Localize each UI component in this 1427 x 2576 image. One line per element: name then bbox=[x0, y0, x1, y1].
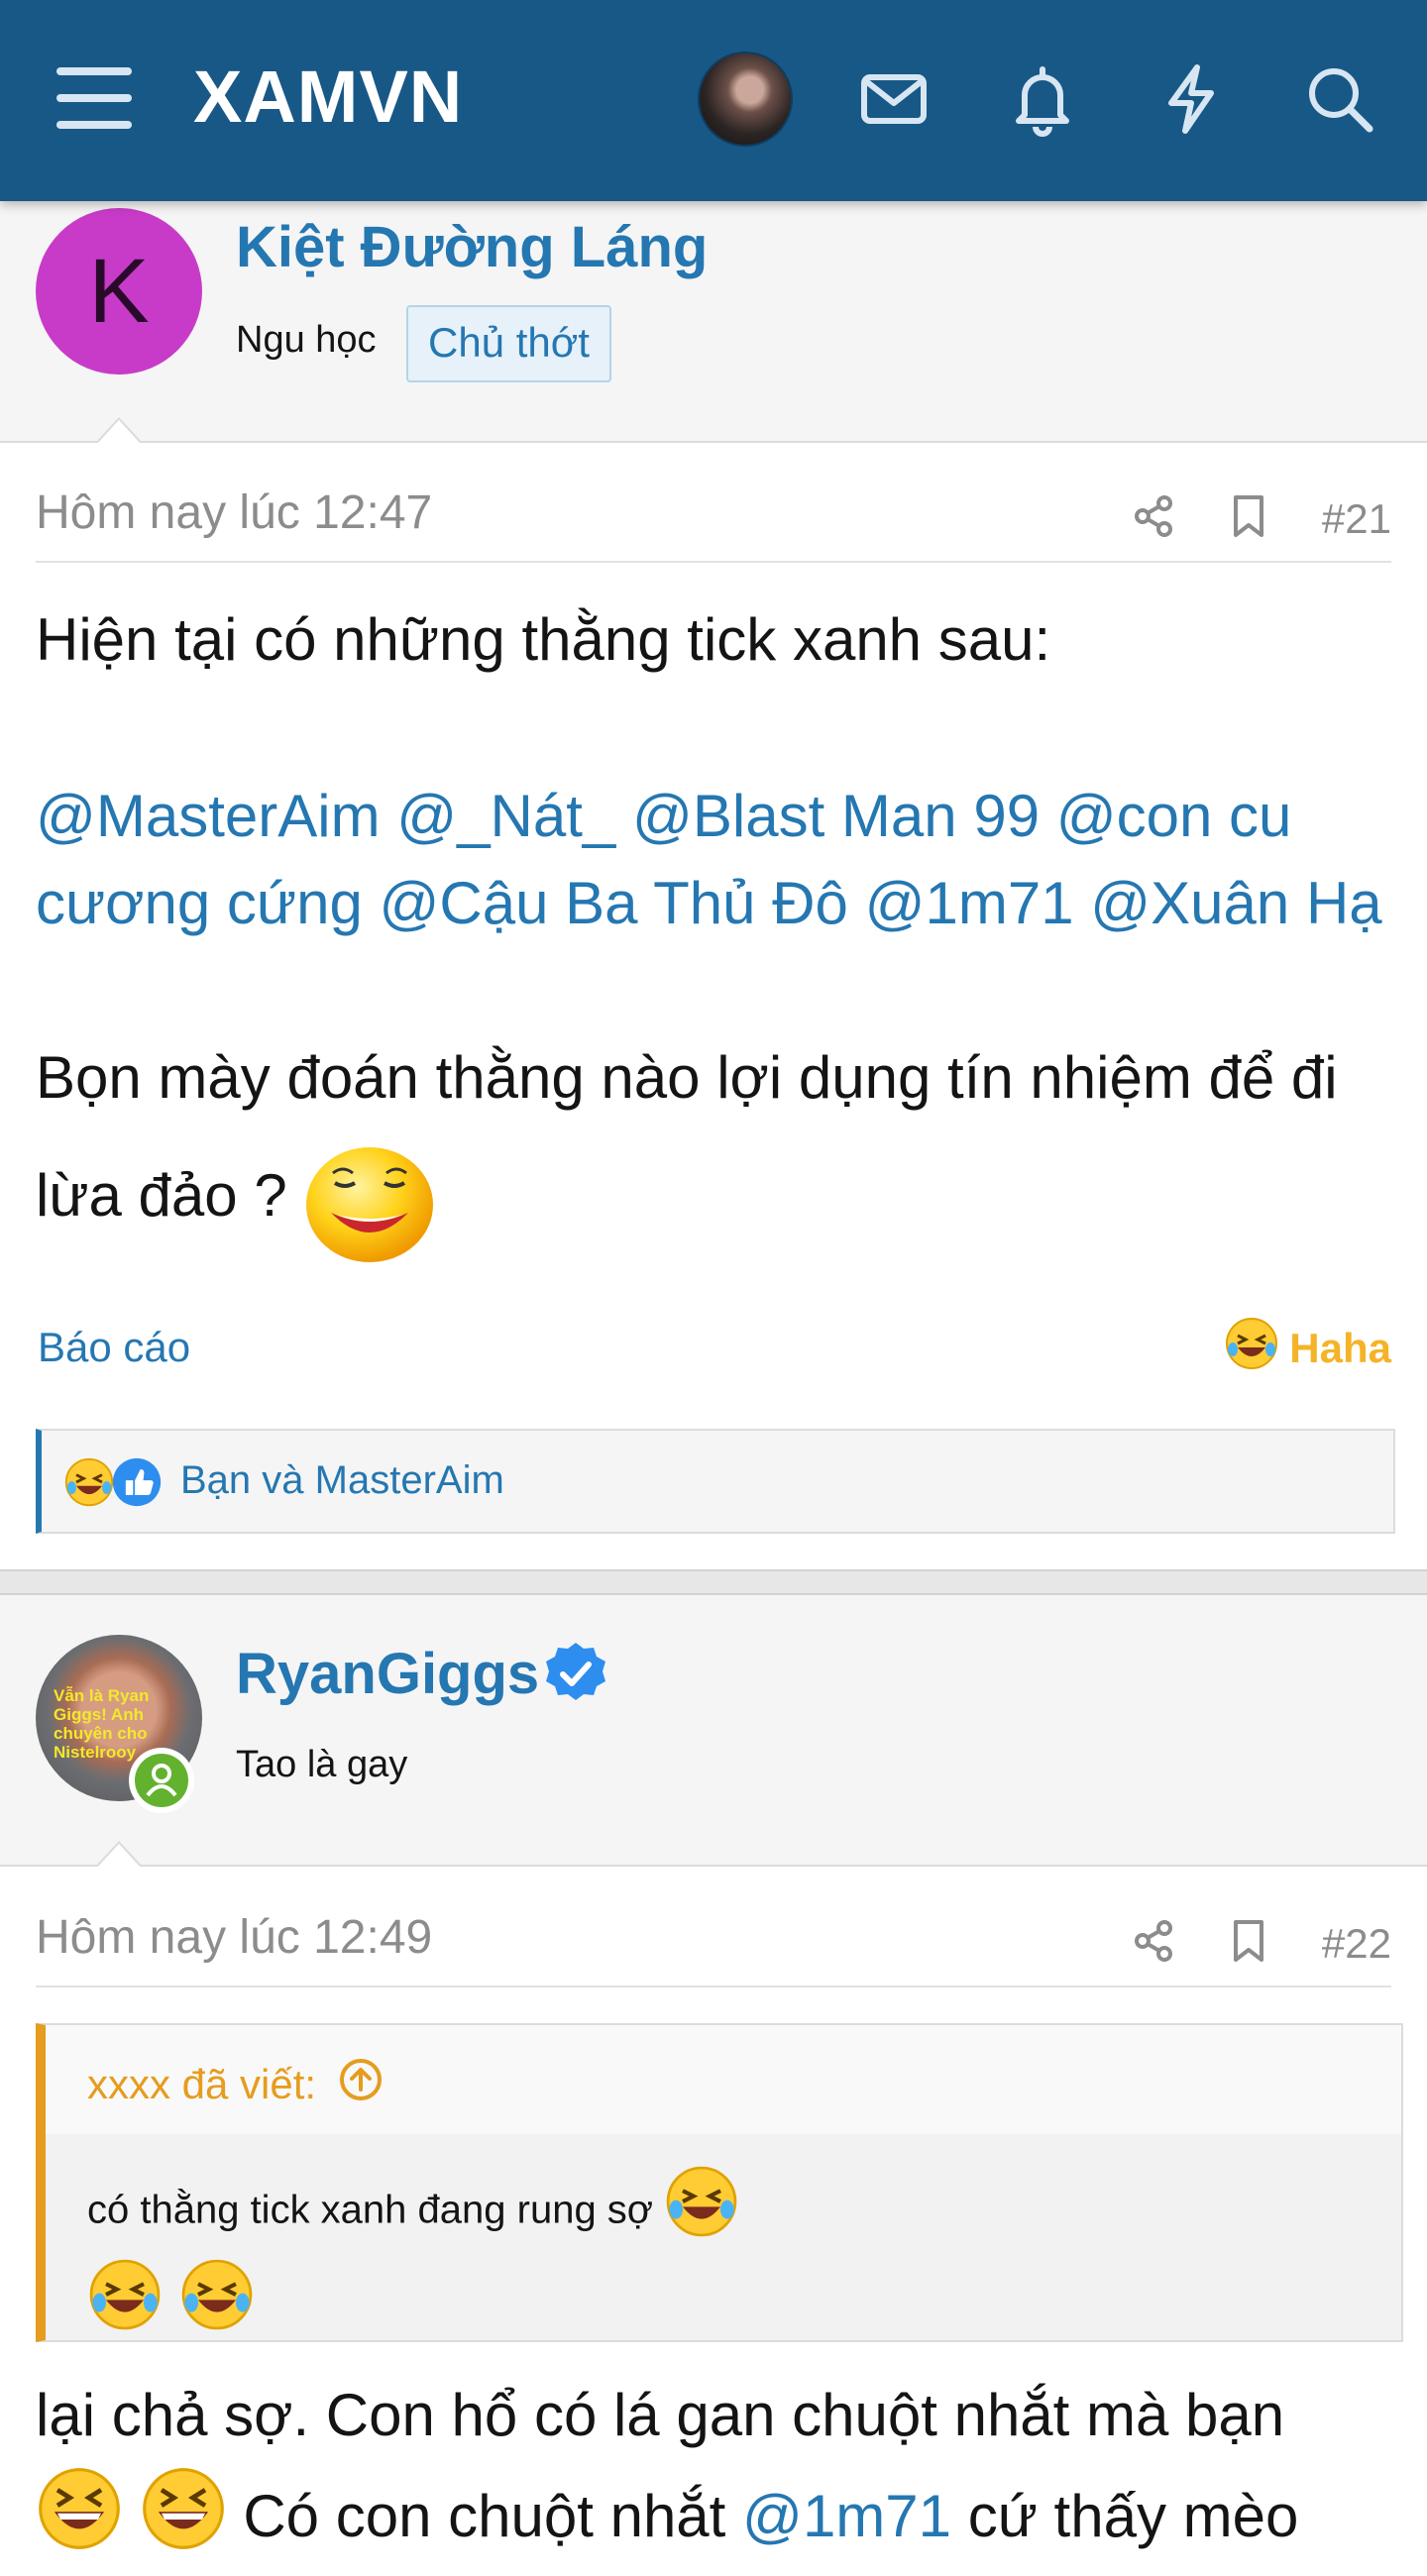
arrow-up-circle-icon[interactable] bbox=[338, 2057, 384, 2112]
post-line: Bọn mày đoán thằng nào lợi dụng tín nhiệ… bbox=[36, 1044, 1338, 1111]
post-line: lừa đảo ? bbox=[36, 1162, 287, 1229]
post-line: lại chả sợ. Con hổ có lá gan chuột nhắt … bbox=[36, 2382, 1285, 2448]
mention-link[interactable]: @1m71 bbox=[865, 870, 1074, 936]
user-avatar[interactable] bbox=[698, 52, 793, 147]
post-line-with-emoji: lừa đảo ? bbox=[36, 1129, 1403, 1266]
quote-author[interactable]: xxxx đã viết: bbox=[87, 2061, 316, 2108]
laughing-emoji-icon bbox=[179, 2257, 255, 2342]
divider bbox=[36, 561, 1391, 563]
username[interactable]: Kiệt Đường Láng bbox=[236, 214, 708, 280]
reactions-text[interactable]: Bạn và MasterAim bbox=[180, 1458, 504, 1503]
user-title: Tao là gay bbox=[236, 1744, 408, 1785]
laughing-emoji-icon bbox=[63, 1456, 115, 1513]
user-title: Ngu học bbox=[236, 319, 377, 361]
post-author-block bbox=[0, 1595, 1427, 1868]
bolt-icon[interactable] bbox=[1153, 61, 1229, 137]
reaction-button[interactable]: Haha bbox=[1224, 1316, 1391, 1381]
post-text: Có con chuột nhắt bbox=[243, 2482, 726, 2549]
top-navigation-bar: XAMVN bbox=[0, 0, 1427, 201]
mention-link[interactable]: cương cứng bbox=[36, 870, 363, 936]
thread-starter-badge: Chủ thớt bbox=[406, 305, 611, 382]
post-text: cứ thấy mèo bbox=[967, 2482, 1299, 2549]
post-author-block bbox=[0, 201, 1427, 444]
verified-badge-icon bbox=[543, 1641, 608, 1706]
post-date[interactable]: Hôm nay lúc 12:47 bbox=[36, 485, 432, 540]
laughing-emoji-icon bbox=[664, 2164, 739, 2249]
quote-text: có thằng tick xanh đang rung sợ bbox=[87, 2188, 654, 2232]
caret-decoration bbox=[95, 417, 143, 444]
mention-list: @MasterAim @_Nát_ @Blast Man 99 @con cu … bbox=[36, 773, 1403, 947]
caret-decoration bbox=[95, 1841, 143, 1868]
mention-link[interactable]: @MasterAim bbox=[36, 783, 381, 849]
post-number[interactable]: #22 bbox=[1322, 1920, 1391, 1968]
report-link[interactable]: Báo cáo bbox=[38, 1324, 190, 1371]
laughing-emoji-icon bbox=[1224, 1316, 1279, 1381]
like-icon bbox=[111, 1456, 163, 1513]
post-separator bbox=[0, 1569, 1427, 1595]
quote-block: có thằng tick xanh đang rung sợ xxxx đã … bbox=[36, 2023, 1403, 2342]
mention-link[interactable]: @con cu bbox=[1056, 783, 1292, 849]
quote-header[interactable]: xxxx đã viết: bbox=[87, 2057, 384, 2112]
share-icon[interactable] bbox=[1131, 1918, 1176, 1964]
online-status-icon bbox=[129, 1748, 194, 1813]
mention-link[interactable]: @1m71 bbox=[742, 2483, 951, 2549]
smug-emoji-icon bbox=[303, 1133, 436, 1266]
bell-icon[interactable] bbox=[1005, 61, 1080, 137]
avatar[interactable]: K bbox=[36, 208, 202, 375]
post-line-with-emoji: Có con chuột nhắt @1m71 cứ thấy mèo bbox=[36, 2465, 1403, 2576]
reactions-bar[interactable]: Bạn và MasterAim bbox=[36, 1429, 1395, 1534]
site-logo[interactable]: XAMVN bbox=[193, 55, 463, 139]
bookmark-icon[interactable] bbox=[1226, 493, 1271, 539]
grinning-squint-emoji-icon bbox=[36, 2465, 123, 2576]
divider bbox=[36, 1986, 1391, 1987]
laughing-emoji-icon bbox=[87, 2257, 163, 2342]
menu-icon[interactable] bbox=[56, 67, 132, 129]
post-number[interactable]: #21 bbox=[1322, 495, 1391, 543]
mention-link[interactable]: @Xuân Hạ bbox=[1090, 870, 1381, 936]
post-line: Hiện tại có những thằng tick xanh sau: bbox=[36, 606, 1051, 673]
quote-content: có thằng tick xanh đang rung sợ bbox=[87, 2166, 739, 2342]
username[interactable]: RyanGiggs bbox=[236, 1641, 539, 1707]
share-icon[interactable] bbox=[1131, 493, 1176, 539]
bookmark-icon[interactable] bbox=[1226, 1918, 1271, 1964]
search-icon[interactable] bbox=[1302, 61, 1377, 137]
grinning-squint-emoji-icon bbox=[140, 2465, 227, 2576]
mention-link[interactable]: @_Nát_ bbox=[396, 783, 615, 849]
reaction-label: Haha bbox=[1289, 1325, 1391, 1371]
mention-link[interactable]: @Cậu Ba Thủ Đô bbox=[380, 870, 848, 936]
post-date[interactable]: Hôm nay lúc 12:49 bbox=[36, 1910, 432, 1965]
mention-link[interactable]: @Blast Man 99 bbox=[632, 783, 1040, 849]
mail-icon[interactable] bbox=[856, 61, 932, 137]
